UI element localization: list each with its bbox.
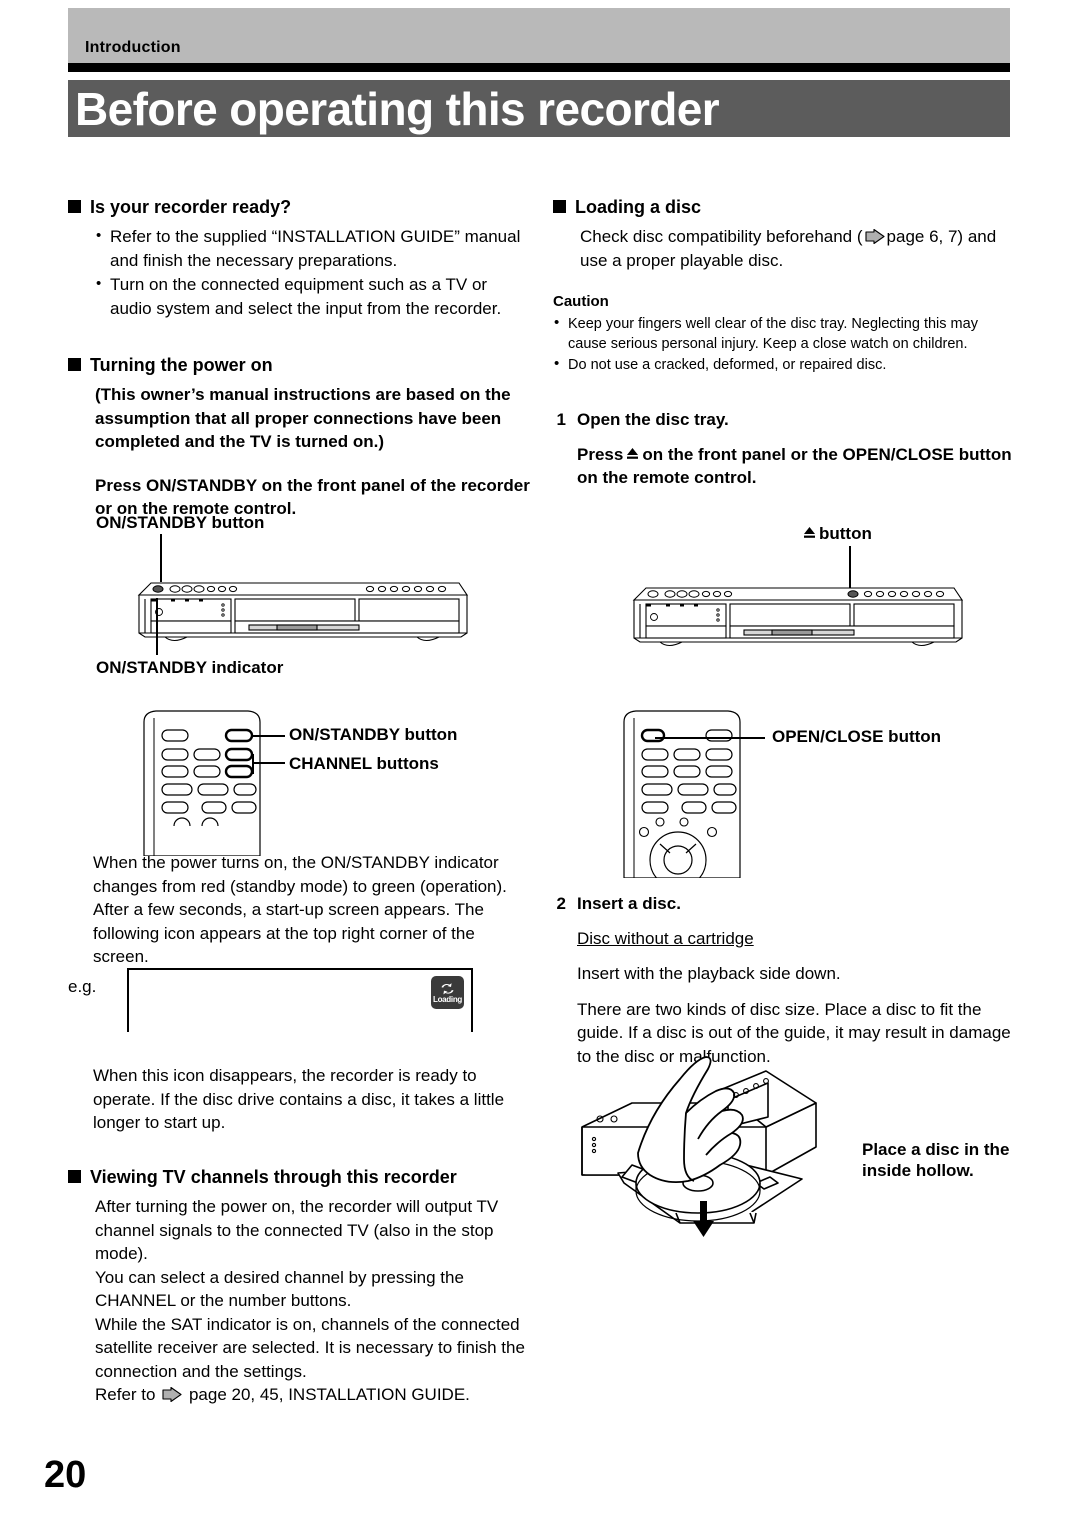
heading-text: Viewing TV channels through this recorde… <box>90 1167 457 1187</box>
eject-icon <box>625 446 640 461</box>
step-1-text-after: on the front panel or the OPEN/CLOSE but… <box>577 444 1012 488</box>
label-remote-onstandby-button: ON/STANDBY button <box>289 725 458 744</box>
step-number: 2 <box>556 894 566 913</box>
bullet-square-icon <box>68 1170 81 1183</box>
step-2-line-1: Insert with the playback side down. <box>577 964 841 983</box>
viewing-refer-line: Refer to page 20, 45, INSTALLATION GUIDE… <box>95 1383 530 1407</box>
page-title: Before operating this recorder <box>75 83 720 135</box>
eg-label: e.g. <box>68 977 97 996</box>
figure-caption-place-disc: Place a disc in the inside hollow. <box>862 1140 1010 1180</box>
figure-remote-right <box>620 708 765 889</box>
step-1-text: Press on the front panel or the OPEN/CLO… <box>577 443 1015 490</box>
label-remote-channel-buttons: CHANNEL buttons <box>289 754 439 773</box>
bullet-square-icon <box>68 358 81 371</box>
left-column-section3: Viewing TV channels through this recorde… <box>68 1165 530 1407</box>
bullet-square-icon <box>553 200 566 213</box>
viewing-paragraph-3: While the SAT indicator is on, channels … <box>95 1314 525 1381</box>
leader-line <box>655 737 765 739</box>
step-1-detail: Press on the front panel or the OPEN/CLO… <box>553 443 1015 490</box>
step-title: Insert a disc. <box>577 894 681 913</box>
loading-icon: Loading <box>431 976 464 1009</box>
page-number: 20 <box>44 1454 87 1496</box>
label-eject-button-text: button <box>819 524 872 543</box>
list-item-text: Turn on the connected equipment such as … <box>110 275 502 318</box>
heading-loading-a-disc: Loading a disc <box>553 195 1015 219</box>
step-number-spacer <box>553 443 566 490</box>
recorder-front-panel-illustration <box>137 582 469 641</box>
figure-front-panel-left <box>127 575 472 647</box>
leader-line <box>252 735 285 737</box>
ready-bullets: Refer to the supplied “INSTALLATION GUID… <box>95 224 530 320</box>
recorder-front-panel-illustration <box>632 587 964 646</box>
list-item-text: Do not use a cracked, deformed, or repai… <box>568 357 887 373</box>
label-onstandby-button: ON/STANDBY button <box>96 513 265 532</box>
leader-line <box>252 762 285 764</box>
bullet-square-icon <box>68 200 81 213</box>
screen-frame: Loading <box>127 968 473 1032</box>
refer-prefix: Refer to <box>95 1385 156 1404</box>
power-on-paragraph: When the power turns on, the ON/STANDBY … <box>93 853 507 966</box>
header-rule <box>68 63 1010 72</box>
step-2: 2 Insert a disc. <box>553 892 1015 916</box>
loading-icon-text: Loading <box>432 994 462 1004</box>
remote-onstandby-button[interactable] <box>224 728 254 743</box>
viewing-paragraph-1: After turning the power on, the recorder… <box>95 1197 499 1263</box>
heading-text: Is your recorder ready? <box>90 197 292 217</box>
list-item: Do not use a cracked, deformed, or repai… <box>553 354 1015 375</box>
step-1-text-before: Press <box>577 444 624 464</box>
step-2-subheading: Disc without a cartridge <box>577 928 754 948</box>
step-1: 1 Open the disc tray. <box>553 408 1015 432</box>
page-reference-arrow-icon <box>162 1387 182 1402</box>
heading-text: Loading a disc <box>575 197 702 217</box>
header-band <box>68 8 1010 63</box>
eject-icon <box>802 525 817 540</box>
left-column: Is your recorder ready? Refer to the sup… <box>68 195 530 521</box>
list-item: Keep your fingers well clear of the disc… <box>553 313 1015 354</box>
figure-front-panel-right <box>622 580 967 652</box>
leader-bracket <box>252 754 254 774</box>
power-on-note: (This owner’s manual instructions are ba… <box>95 385 511 451</box>
heading-text: Turning the power on <box>90 355 273 375</box>
hand-placing-disc-illustration <box>581 1056 817 1237</box>
page-reference-arrow-icon <box>864 229 885 244</box>
section-label: Introduction <box>85 39 181 56</box>
label-open-close-button: OPEN/CLOSE button <box>772 727 942 746</box>
right-column-step2: 2 Insert a disc. Disc without a cartridg… <box>553 892 1015 1068</box>
caution-block: Caution Keep your fingers well clear of … <box>553 292 1015 375</box>
refer-suffix: page 20, 45, INSTALLATION GUIDE. <box>188 1385 470 1404</box>
label-eject-button: button <box>800 523 872 545</box>
startup-screen-example: e.g. Loading <box>68 968 488 1032</box>
remote-control-illustration <box>143 710 261 857</box>
heading-viewing-tv-channels: Viewing TV channels through this recorde… <box>68 1165 530 1189</box>
label-onstandby-indicator: ON/STANDBY indicator <box>96 658 284 677</box>
heading-turning-the-power-on: Turning the power on <box>68 353 530 377</box>
remote-control-illustration <box>623 710 741 889</box>
list-item-text: Refer to the supplied “INSTALLATION GUID… <box>110 227 521 270</box>
figure-remote-left <box>140 708 285 857</box>
figure-disc-insertion <box>580 1055 870 1270</box>
remote-open-close-button[interactable] <box>640 728 666 743</box>
remote-channel-up-button[interactable] <box>224 747 254 762</box>
list-item: Turn on the connected equipment such as … <box>95 272 530 320</box>
step-number: 1 <box>556 410 566 429</box>
list-item-text: Keep your fingers well clear of the disc… <box>568 316 978 352</box>
caution-heading: Caution <box>553 293 609 310</box>
list-item: Refer to the supplied “INSTALLATION GUID… <box>95 224 530 272</box>
viewing-paragraph-2: You can select a desired channel by pres… <box>95 1267 464 1311</box>
step-title: Open the disc tray. <box>577 410 729 429</box>
heading-is-your-recorder-ready: Is your recorder ready? <box>68 195 530 219</box>
leader-line <box>156 598 158 655</box>
loading-disappear-paragraph: When this icon disappears, the recorder … <box>93 1066 505 1132</box>
remote-channel-down-button[interactable] <box>224 764 254 779</box>
document-page: Introduction Before operating this recor… <box>0 0 1080 1526</box>
refresh-arrows-icon <box>441 982 454 994</box>
loading-intro: Check disc compatibility beforehand ( pa… <box>580 225 1015 272</box>
loading-intro-before: Check disc compatibility beforehand ( <box>580 227 863 246</box>
front-panel-eject-button[interactable] <box>847 590 859 598</box>
right-column: Loading a disc Check disc compatibility … <box>553 195 1015 490</box>
